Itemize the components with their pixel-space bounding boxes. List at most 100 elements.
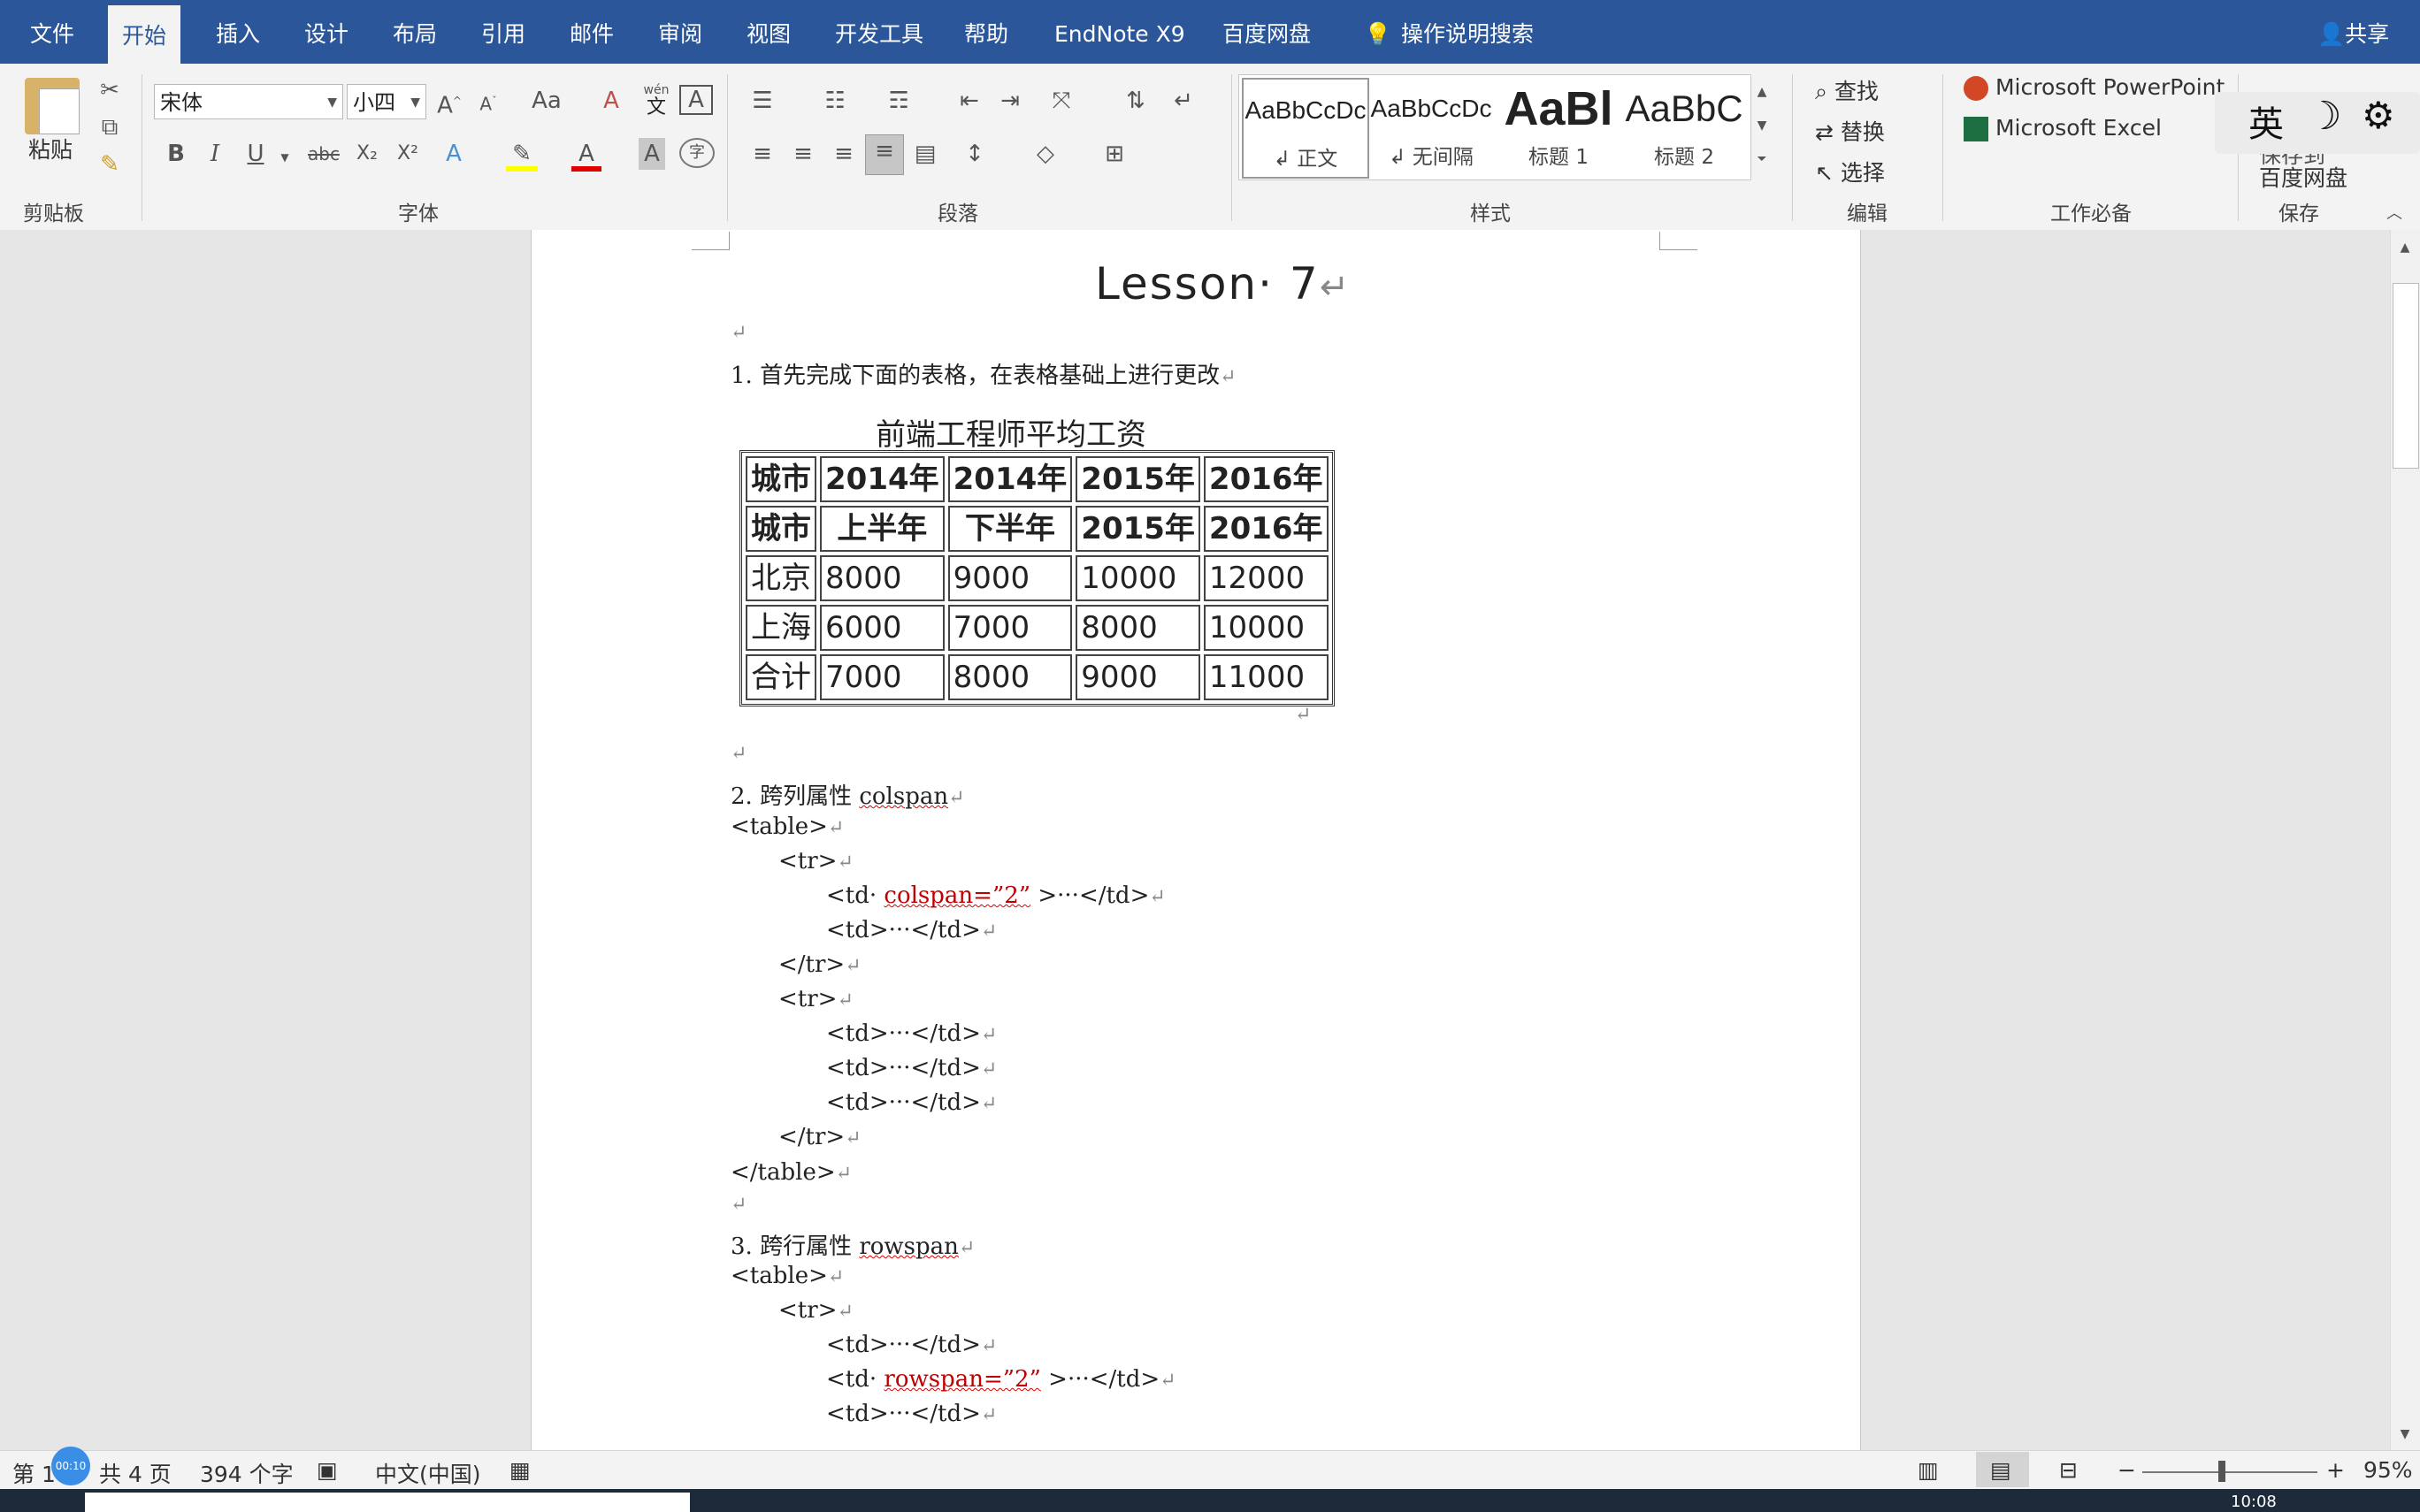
proofing-icon[interactable]: ▣	[317, 1457, 338, 1483]
align-center-icon[interactable]: ≡	[787, 138, 819, 170]
style-heading-1[interactable]: AaBl 标题 1	[1497, 78, 1620, 175]
tab-file[interactable]: 文件	[16, 0, 88, 64]
salary-table[interactable]: 城市 2014年 2014年 2015年 2016年 城市 上半年 下半年 20…	[739, 450, 1335, 706]
char-shading-button[interactable]: A	[639, 138, 665, 170]
borders-icon[interactable]: ⊞	[1099, 138, 1130, 170]
tab-baidu[interactable]: 百度网盘	[1208, 0, 1325, 64]
gallery-down-icon[interactable]: ▼	[1750, 110, 1774, 141]
print-layout-icon[interactable]: ▤	[1990, 1457, 2011, 1483]
table-cell[interactable]: 10000	[1203, 605, 1329, 651]
decrease-indent-icon[interactable]: ⇤	[953, 85, 985, 117]
format-painter-icon[interactable]: ✎	[92, 149, 127, 180]
text-effects-icon[interactable]: A	[439, 138, 469, 170]
taskbar-clock[interactable]: 10:08	[2231, 1493, 2277, 1511]
table-cell[interactable]: 9000	[947, 555, 1073, 601]
tab-layout[interactable]: 布局	[379, 0, 451, 64]
highlight-icon[interactable]: ✎	[506, 138, 538, 172]
table-cell[interactable]: 城市	[746, 456, 816, 502]
table-cell[interactable]: 下半年	[947, 506, 1073, 552]
align-right-icon[interactable]: ≡	[828, 138, 860, 170]
style-heading-2[interactable]: AaBbC 标题 2	[1622, 78, 1746, 175]
font-size-select[interactable]: 小四 ▼	[347, 84, 426, 119]
phonetic-guide-button[interactable]: wén 文	[640, 83, 672, 118]
bold-button[interactable]: B	[161, 138, 191, 170]
ime-language-toggle[interactable]: 英	[2248, 95, 2284, 147]
tab-mailings[interactable]: 邮件	[555, 0, 628, 64]
justify-icon[interactable]: ≡	[865, 134, 904, 175]
tab-home[interactable]: 开始	[108, 0, 181, 69]
table-cell[interactable]: 上半年	[820, 506, 945, 552]
scrollbar-thumb[interactable]	[2393, 283, 2419, 469]
tab-design[interactable]: 设计	[290, 0, 363, 64]
strikethrough-button[interactable]: abc	[306, 138, 341, 170]
page-indicator[interactable]: 第 1	[12, 1457, 56, 1489]
table-cell[interactable]: 2014年	[947, 456, 1073, 502]
gallery-more-icon[interactable]: ⏷	[1750, 143, 1774, 175]
table-cell[interactable]: 合计	[746, 654, 816, 700]
gear-icon[interactable]: ⚙	[2362, 94, 2395, 137]
table-cell[interactable]: 9000	[1076, 654, 1200, 700]
table-cell[interactable]: 上海	[746, 605, 816, 651]
font-family-select[interactable]: 宋体 ▼	[154, 84, 343, 119]
table-cell[interactable]: 12000	[1203, 555, 1329, 601]
table-cell[interactable]: 10000	[1076, 555, 1200, 601]
font-color-button[interactable]: A	[571, 138, 601, 172]
table-cell[interactable]: 8000	[1076, 605, 1200, 651]
table-cell[interactable]: 2015年	[1076, 456, 1200, 502]
cut-icon[interactable]: ✂	[92, 74, 127, 106]
numbering-icon[interactable]: ☷	[819, 85, 851, 117]
excel-button[interactable]: Microsoft Excel	[1964, 115, 2162, 141]
select-button[interactable]: ↖ 选择	[1815, 156, 1885, 187]
char-border-button[interactable]: A	[679, 85, 713, 115]
style-no-spacing[interactable]: AaBbCcDc ↲ 无间隔	[1369, 78, 1493, 175]
table-cell[interactable]: 2014年	[820, 456, 945, 502]
web-layout-icon[interactable]: ⊟	[2059, 1457, 2078, 1483]
superscript-button[interactable]: X²	[391, 138, 425, 170]
table-cell[interactable]: 2015年	[1076, 506, 1200, 552]
timer-badge[interactable]: 00:10	[51, 1447, 90, 1485]
copy-icon[interactable]: ⧉	[92, 111, 127, 143]
grow-font-icon[interactable]: A^	[433, 85, 465, 122]
table-cell[interactable]: 11000	[1203, 654, 1329, 700]
zoom-level[interactable]: 95%	[2363, 1457, 2413, 1483]
style-normal[interactable]: AaBbCcDc ↲ 正文	[1242, 78, 1369, 179]
table-cell[interactable]: 2016年	[1203, 456, 1329, 502]
word-count[interactable]: 394 个字	[200, 1457, 294, 1489]
table-cell[interactable]: 2016年	[1203, 506, 1329, 552]
italic-button[interactable]: I	[200, 138, 230, 170]
table-cell[interactable]: 7000	[947, 605, 1073, 651]
read-mode-icon[interactable]: ▥	[1918, 1457, 1939, 1483]
save-to-baidu-button[interactable]: 百度网盘	[2259, 161, 2347, 193]
scroll-down-icon[interactable]: ▼	[2393, 1418, 2416, 1450]
change-case-button[interactable]: Aa	[520, 85, 573, 117]
tab-review[interactable]: 审阅	[644, 0, 716, 64]
chevron-down-icon[interactable]: ▼	[276, 141, 294, 173]
macro-icon[interactable]: ▦	[509, 1457, 531, 1483]
shrink-font-icon[interactable]: Aˇ	[472, 85, 504, 120]
scroll-up-icon[interactable]: ▲	[2393, 232, 2416, 263]
table-cell[interactable]: 城市	[746, 506, 816, 552]
sort-icon[interactable]: ⇅	[1120, 85, 1152, 117]
gallery-up-icon[interactable]: ▲	[1750, 76, 1774, 108]
increase-indent-icon[interactable]: ⇥	[994, 85, 1026, 117]
clear-format-icon[interactable]: A	[594, 85, 628, 117]
powerpoint-button[interactable]: Microsoft PowerPoint	[1964, 74, 2225, 101]
table-cell[interactable]: 7000	[820, 654, 945, 700]
share-button[interactable]: 👤共享	[2303, 0, 2403, 64]
chinese-layout-icon[interactable]: ⤧	[1044, 85, 1079, 117]
distributed-icon[interactable]: ▤	[909, 138, 941, 170]
zoom-slider-track[interactable]	[2142, 1471, 2317, 1473]
replace-button[interactable]: ⇄ 替换	[1815, 115, 1885, 147]
line-spacing-icon[interactable]: ↕	[959, 138, 991, 170]
enclose-char-button[interactable]: 字	[679, 138, 715, 168]
tab-references[interactable]: 引用	[467, 0, 540, 64]
zoom-in-icon[interactable]: +	[2326, 1457, 2345, 1483]
tab-view[interactable]: 视图	[732, 0, 805, 64]
tab-insert[interactable]: 插入	[202, 0, 274, 64]
zoom-out-icon[interactable]: −	[2118, 1457, 2136, 1483]
language-indicator[interactable]: 中文(中国)	[375, 1457, 481, 1489]
tab-endnote[interactable]: EndNote X9	[1040, 0, 1199, 64]
shading-icon[interactable]: ◇	[1030, 138, 1061, 170]
bullets-icon[interactable]: ☰	[747, 85, 778, 117]
zoom-slider-thumb[interactable]	[2218, 1461, 2225, 1482]
